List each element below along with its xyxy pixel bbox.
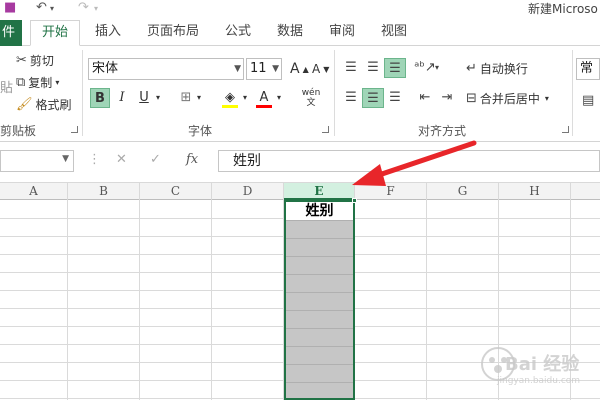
- watermark-sub: jingyan.baidu.com: [497, 376, 581, 386]
- watermark-text: Bai 经验: [505, 354, 580, 375]
